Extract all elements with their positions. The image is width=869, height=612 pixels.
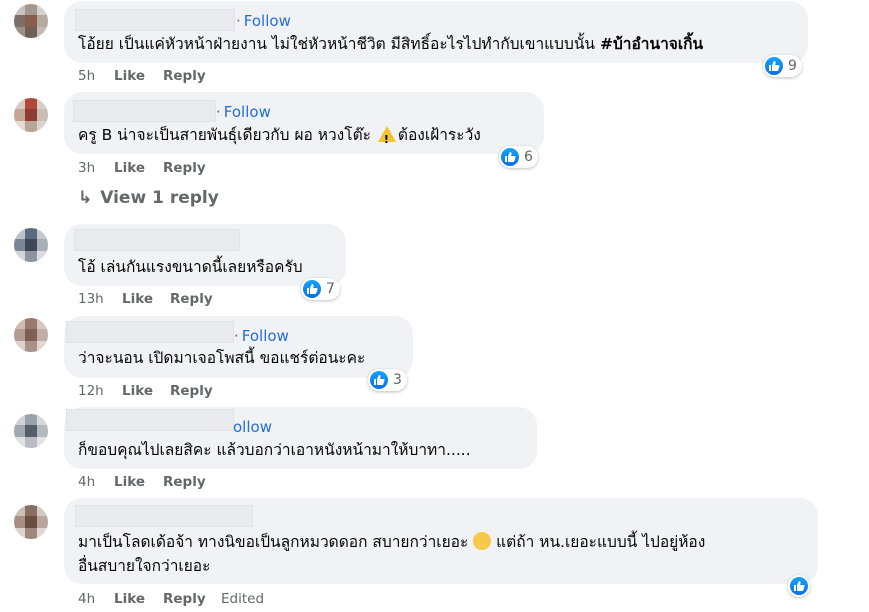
author-name-redacted[interactable] xyxy=(75,505,253,527)
comment-text: ครู B น่าจะเป็นสายพันธุ์เดียวกับ ผอ หวงโ… xyxy=(78,123,481,152)
follow-link[interactable]: ollow xyxy=(233,418,272,436)
thumbs-up-icon xyxy=(790,577,808,595)
like-button[interactable]: Like xyxy=(114,474,145,490)
author-name-redacted[interactable] xyxy=(74,229,240,251)
follow-link[interactable]: · Follow xyxy=(234,327,289,345)
grin-emoji xyxy=(473,532,492,550)
like-button[interactable]: Like xyxy=(114,68,145,84)
timestamp[interactable]: 5h xyxy=(78,68,95,84)
reply-button[interactable]: Reply xyxy=(163,591,206,607)
avatar[interactable] xyxy=(14,318,48,352)
like-button[interactable]: Like xyxy=(114,591,145,607)
thumbs-up-icon xyxy=(765,57,783,75)
like-button[interactable]: Like xyxy=(122,383,153,399)
reaction-count[interactable]: 9 xyxy=(763,55,802,77)
warning-emoji xyxy=(377,126,396,152)
timestamp[interactable]: 3h xyxy=(78,160,95,176)
timestamp[interactable]: 4h xyxy=(78,591,95,607)
timestamp[interactable]: 12h xyxy=(78,383,104,399)
like-button[interactable]: Like xyxy=(122,291,153,307)
reply-button[interactable]: Reply xyxy=(170,291,213,307)
like-button[interactable]: Like xyxy=(114,160,145,176)
reply-button[interactable]: Reply xyxy=(163,68,206,84)
comment-text: มาเป็นโลดเด้อจ้า ทางนิขอเป็นลูกหมวดดอก ส… xyxy=(78,532,706,575)
comment-text: โอ้ เล่นกันแรงขนาดนี้เลยหรือครับ xyxy=(78,258,303,276)
thumbs-up-icon xyxy=(303,280,321,298)
author-name-redacted[interactable] xyxy=(75,9,235,31)
avatar[interactable] xyxy=(14,4,48,38)
comment-text: ก็ขอบคุณไปเลยสิคะ แล้วบอกว่าเอาหนังหน้าม… xyxy=(78,441,471,459)
reply-button[interactable]: Reply xyxy=(163,160,206,176)
author-name-redacted[interactable] xyxy=(66,409,234,431)
reply-button[interactable]: Reply xyxy=(163,474,206,490)
view-replies-link[interactable]: ↳ View 1 reply xyxy=(78,188,219,208)
author-name-redacted[interactable] xyxy=(66,321,234,343)
reply-button[interactable]: Reply xyxy=(170,383,213,399)
avatar[interactable] xyxy=(14,505,48,539)
reaction-icon[interactable] xyxy=(788,575,810,597)
avatar[interactable] xyxy=(14,414,48,448)
avatar[interactable] xyxy=(14,98,48,132)
follow-link[interactable]: · Follow xyxy=(216,103,271,121)
author-name-redacted[interactable] xyxy=(73,100,216,122)
timestamp[interactable]: 4h xyxy=(78,474,95,490)
follow-link[interactable]: · Follow xyxy=(236,12,291,30)
comment-text: โอ้ยย เป็นแค่หัวหน้าฝ่ายงาน ไม่ใช่หัวหน้… xyxy=(78,35,704,53)
reaction-count[interactable]: 6 xyxy=(499,146,538,168)
thumbs-up-icon xyxy=(501,148,519,166)
comment-text: ว่าจะนอน เปิดมาเจอโพสนี้ ขอแชร์ต่อนะคะ xyxy=(78,349,366,367)
timestamp[interactable]: 13h xyxy=(78,291,104,307)
reply-arrow-icon: ↳ xyxy=(78,188,93,208)
reaction-count[interactable]: 3 xyxy=(368,369,407,391)
hashtag-link[interactable]: #บ้าอำนาจเกิ้น xyxy=(600,35,703,53)
edited-label: Edited xyxy=(221,591,265,607)
avatar[interactable] xyxy=(14,228,48,262)
reaction-count[interactable]: 7 xyxy=(301,278,340,300)
thumbs-up-icon xyxy=(370,371,388,389)
